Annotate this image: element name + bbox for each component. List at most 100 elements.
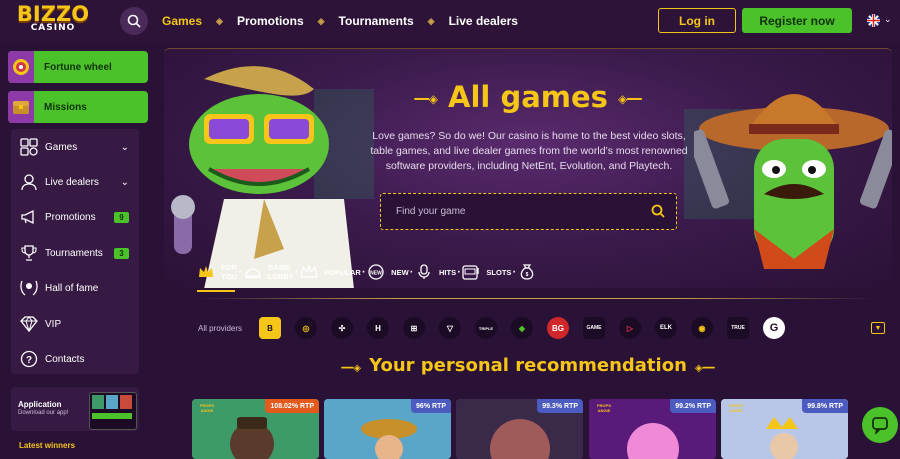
provider-logo[interactable]: GAME (583, 317, 605, 339)
tab-slots[interactable]: SLOTS (461, 262, 511, 282)
provider-logo[interactable]: TRIPLE (475, 317, 497, 339)
chat-button[interactable] (862, 407, 898, 443)
provider-logo[interactable]: ✣ (331, 317, 353, 339)
game-card[interactable]: 96% RTP (324, 399, 451, 459)
props-angie-badge: PROPS ANGIE (596, 403, 611, 413)
diamond-icon (17, 314, 41, 334)
main-nav: Games ◈ Promotions ◈ Tournaments ◈ Live … (162, 0, 518, 42)
chevron-down-icon: ⌄ (120, 141, 129, 153)
tab-popular[interactable]: POPULAR (299, 262, 361, 282)
search-icon[interactable] (651, 204, 665, 218)
sidebar-item-live-dealers[interactable]: Live dealers ⌄ (11, 167, 139, 197)
games-icon (17, 137, 41, 157)
providers-row: All providers B ◎ ✣ H ⊞ ▽ TRIPLE ◆ BG GA… (198, 316, 888, 340)
tab-jackpot[interactable]: $ (517, 262, 542, 282)
sidebar-item-label: Hall of fame (45, 282, 99, 294)
popular-crown-icon (299, 262, 319, 282)
logo-text: BIZZO (16, 2, 90, 26)
bizzo-logo[interactable]: BIZZO CASINO (14, 4, 92, 38)
game-card[interactable]: 99.3% RTP (456, 399, 583, 459)
title-ornament-icon: ◈━━ (694, 363, 715, 374)
tab-game-lobby[interactable]: GAME LOBBY (243, 262, 294, 282)
providers-next-button[interactable]: ▼ (871, 322, 885, 334)
sidebar: Fortune wheel Missions Games ⌄ Live deal… (0, 42, 156, 453)
sidebar-item-games[interactable]: Games ⌄ (11, 132, 139, 162)
provider-logo[interactable]: TRUE (727, 317, 749, 339)
nav-live-dealers[interactable]: Live dealers (449, 14, 518, 28)
sidebar-item-vip[interactable]: VIP (11, 309, 139, 339)
rtp-badge: 96% RTP (411, 399, 451, 413)
fortune-wheel-button[interactable]: Fortune wheel (8, 51, 148, 83)
tournaments-count-badge: 3 (114, 247, 129, 259)
tab-new[interactable]: NEW NEW (366, 262, 409, 282)
game-search-box (380, 193, 677, 230)
search-button[interactable] (120, 7, 148, 35)
app-download-card[interactable]: Application Download our app! (11, 387, 139, 431)
sidebar-item-label: Promotions (45, 211, 96, 223)
uk-flag-icon[interactable] (867, 14, 880, 27)
language-chevron-icon[interactable]: ⌄ (884, 14, 892, 25)
provider-logo[interactable]: B (259, 317, 281, 339)
props-angie-badge: PROPS ANGIE (728, 403, 743, 413)
provider-logo[interactable]: BG (547, 317, 569, 339)
money-bag-icon: $ (517, 262, 537, 282)
tab-label: LOBBY (267, 272, 294, 281)
all-providers-link[interactable]: All providers (198, 324, 244, 333)
provider-logo[interactable]: ◆ (511, 317, 533, 339)
provider-logo[interactable]: ◎ (295, 317, 317, 339)
game-card[interactable]: PROPS ANGIE 99.2% RTP (589, 399, 716, 459)
game-card[interactable]: PROPS ANGIE 99.8% RTP (721, 399, 848, 459)
title-ornament-icon: ━━◈ (414, 92, 439, 106)
trophy-icon (17, 243, 41, 263)
provider-logo[interactable]: ⊞ (403, 317, 425, 339)
provider-logo[interactable]: ▽ (439, 317, 461, 339)
provider-logo[interactable]: H (367, 317, 389, 339)
nav-separator-icon: ◈ (317, 15, 325, 26)
game-search-input[interactable] (381, 194, 651, 229)
game-card[interactable]: PROPS ANGIE 108.02% RTP (192, 399, 319, 459)
sidebar-item-label: Contacts (45, 353, 85, 365)
new-badge-icon: NEW (366, 262, 386, 282)
svg-text:NEW: NEW (370, 271, 382, 277)
rtp-badge: 99.2% RTP (670, 399, 716, 413)
app-subtitle: Download our app! (18, 410, 69, 416)
chat-bubble-icon (872, 417, 888, 434)
svg-text:$: $ (525, 272, 528, 278)
missions-button[interactable]: Missions (8, 91, 148, 123)
nav-tournaments[interactable]: Tournaments (339, 14, 414, 28)
sidebar-item-hall-of-fame[interactable]: Hall of fame (11, 273, 139, 303)
nav-promotions[interactable]: Promotions (237, 14, 304, 28)
register-button[interactable]: Register now (742, 8, 852, 33)
tab-for-you[interactable]: FOR YOU (196, 262, 237, 282)
nav-games[interactable]: Games (162, 14, 202, 28)
chevron-down-icon: ⌄ (120, 176, 129, 188)
recommendation-cards: PROPS ANGIE 108.02% RTP 96% RTP 99.3% RT… (192, 399, 892, 459)
sidebar-item-contacts[interactable]: ? Contacts (11, 344, 139, 374)
tab-label: SLOTS (486, 267, 512, 277)
rtp-badge: 99.3% RTP (537, 399, 583, 413)
recommendation-heading: ━━◈ Your personal recommendation ◈━━ (156, 355, 900, 376)
hero-title: ━━◈ All games ◈━━ (164, 80, 892, 114)
live-dealers-icon (17, 172, 41, 192)
tab-label: YOU (221, 272, 238, 281)
question-icon: ? (17, 349, 41, 369)
provider-logo[interactable]: ◉ (691, 317, 713, 339)
sidebar-item-promotions[interactable]: Promotions 9 (11, 202, 139, 232)
laurel-icon (17, 278, 41, 298)
tab-label: POPULAR (324, 267, 361, 277)
provider-logo[interactable]: ▷ (619, 317, 641, 339)
search-icon (127, 14, 141, 28)
tab-label: HITS (439, 267, 457, 277)
app-title: Application (18, 400, 62, 409)
lobby-bell-icon (243, 262, 263, 282)
sidebar-item-tournaments[interactable]: Tournaments 3 (11, 238, 139, 268)
login-button[interactable]: Log in (658, 8, 736, 33)
hero-title-text: All games (448, 80, 608, 114)
provider-logo[interactable]: G (763, 317, 785, 339)
recommendation-title: Your personal recommendation (369, 355, 687, 376)
fortune-wheel-label: Fortune wheel (44, 61, 112, 73)
missions-label: Missions (44, 101, 87, 113)
provider-logo[interactable]: ELK (655, 317, 677, 339)
tab-hits[interactable]: HITS (414, 262, 456, 282)
props-angie-badge: PROPS ANGIE (199, 403, 214, 413)
